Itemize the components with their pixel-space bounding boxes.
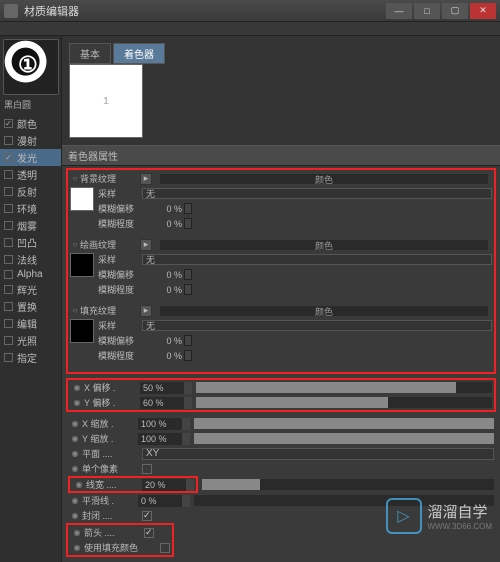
channel-bump[interactable]: 凹凸	[0, 234, 61, 251]
highlight-offsets: ◉X 偏移 .50 % ◉Y 偏移 .60 %	[66, 378, 496, 412]
channel-environment[interactable]: 环境	[0, 200, 61, 217]
channel-reflection[interactable]: 反射	[0, 183, 61, 200]
highlight-linewidth: ◉线宽 ....20 %	[68, 476, 198, 493]
channel-assign[interactable]: 指定	[0, 349, 61, 366]
close-check[interactable]	[142, 511, 152, 521]
bg-texture-slider[interactable]: 颜色	[160, 174, 488, 184]
bg-texture-label: 背景纹理	[80, 172, 140, 185]
maximize-button[interactable]: ▢	[442, 3, 468, 19]
linewidth-spin[interactable]	[186, 479, 194, 491]
watermark: ▷ 溜溜自学 WWW.3D66.COM	[386, 498, 492, 534]
draw-blurscale-spin[interactable]	[184, 284, 192, 295]
y-offset-spin[interactable]	[184, 397, 192, 409]
highlight-arrow-fill: ◉箭头 .... ◉使用填充颜色	[66, 523, 174, 557]
fill-sample-dd[interactable]: 无	[142, 320, 492, 331]
highlight-textures: ○背景纹理▸颜色 采样无 模糊偏移0 % 模糊程度0 % ○绘画纹理▸颜色	[66, 168, 496, 374]
draw-texture-slider[interactable]: 颜色	[160, 240, 488, 250]
fill-texture-picker[interactable]: ▸	[140, 305, 152, 317]
panel-header: 着色器属性	[62, 145, 500, 166]
channel-fog[interactable]: 烟雾	[0, 217, 61, 234]
app-icon	[4, 4, 18, 18]
y-offset-value[interactable]: 60 %	[140, 397, 184, 409]
sidebar: 黑白圆 颜色 漫射 发光 透明 反射 环境 烟雾 凹凸 法线 Alpha 辉光 …	[0, 36, 62, 562]
use-fill-check[interactable]	[160, 543, 170, 553]
channel-edit[interactable]: 编辑	[0, 315, 61, 332]
channel-glow[interactable]: 辉光	[0, 281, 61, 298]
menu-bar[interactable]	[0, 22, 500, 36]
x-scale-value[interactable]: 100 %	[138, 418, 182, 430]
draw-bluroff-spin[interactable]	[184, 269, 192, 280]
channel-list: 颜色 漫射 发光 透明 反射 环境 烟雾 凹凸 法线 Alpha 辉光 置换 编…	[0, 115, 61, 366]
channel-luminance[interactable]: 发光	[0, 149, 61, 166]
x-scale-spin[interactable]	[182, 418, 190, 430]
title-bar: 材质编辑器 — □ ▢ ✕	[0, 0, 500, 22]
draw-sample-dd[interactable]: 无	[142, 254, 492, 265]
y-offset-slider[interactable]	[196, 397, 492, 408]
draw-texture-swatch[interactable]	[70, 253, 94, 277]
channel-normal[interactable]: 法线	[0, 251, 61, 268]
restore-button[interactable]: □	[414, 3, 440, 19]
smooth-spin[interactable]	[182, 495, 190, 507]
shader-preview[interactable]: 1	[69, 64, 143, 138]
fill-bluroff-spin[interactable]	[184, 335, 192, 346]
x-scale-slider[interactable]	[194, 418, 494, 429]
smooth-value[interactable]: 0 %	[138, 495, 182, 507]
plane-dropdown[interactable]: XY	[142, 448, 494, 460]
channel-transparency[interactable]: 透明	[0, 166, 61, 183]
tab-basic[interactable]: 基本	[69, 43, 111, 64]
material-preview-small[interactable]	[3, 39, 59, 95]
y-scale-slider[interactable]	[194, 433, 494, 444]
x-offset-value[interactable]: 50 %	[140, 382, 184, 394]
channel-color[interactable]: 颜色	[0, 115, 61, 132]
y-scale-value[interactable]: 100 %	[138, 433, 182, 445]
x-offset-slider[interactable]	[196, 382, 492, 393]
draw-texture-picker[interactable]: ▸	[140, 239, 152, 251]
channel-diffuse[interactable]: 漫射	[0, 132, 61, 149]
bg-texture-picker[interactable]: ▸	[140, 173, 152, 185]
x-offset-spin[interactable]	[184, 382, 192, 394]
minimize-button[interactable]: —	[386, 3, 412, 19]
fill-texture-label: 填充纹理	[80, 304, 140, 317]
channel-alpha[interactable]: Alpha	[0, 268, 61, 281]
fill-texture-swatch[interactable]	[70, 319, 94, 343]
bg-sample-dd[interactable]: 无	[142, 188, 492, 199]
window-title: 材质编辑器	[24, 3, 384, 19]
close-button[interactable]: ✕	[470, 3, 496, 19]
y-scale-spin[interactable]	[182, 433, 190, 445]
material-name: 黑白圆	[4, 98, 57, 111]
linewidth-slider[interactable]	[202, 479, 494, 490]
arrow-check[interactable]	[144, 528, 154, 538]
play-icon: ▷	[386, 498, 422, 534]
tab-shader[interactable]: 着色器	[113, 43, 165, 64]
draw-texture-label: 绘画纹理	[80, 238, 140, 251]
fill-texture-slider[interactable]: 颜色	[160, 306, 488, 316]
bg-texture-swatch[interactable]	[70, 187, 94, 211]
bg-bluroff-spin[interactable]	[184, 203, 192, 214]
linewidth-value[interactable]: 20 %	[142, 479, 186, 491]
channel-illum[interactable]: 光照	[0, 332, 61, 349]
channel-displacement[interactable]: 置换	[0, 298, 61, 315]
fill-blurscale-spin[interactable]	[184, 350, 192, 361]
bg-blurscale-spin[interactable]	[184, 218, 192, 229]
single-pixel-check[interactable]	[142, 464, 152, 474]
